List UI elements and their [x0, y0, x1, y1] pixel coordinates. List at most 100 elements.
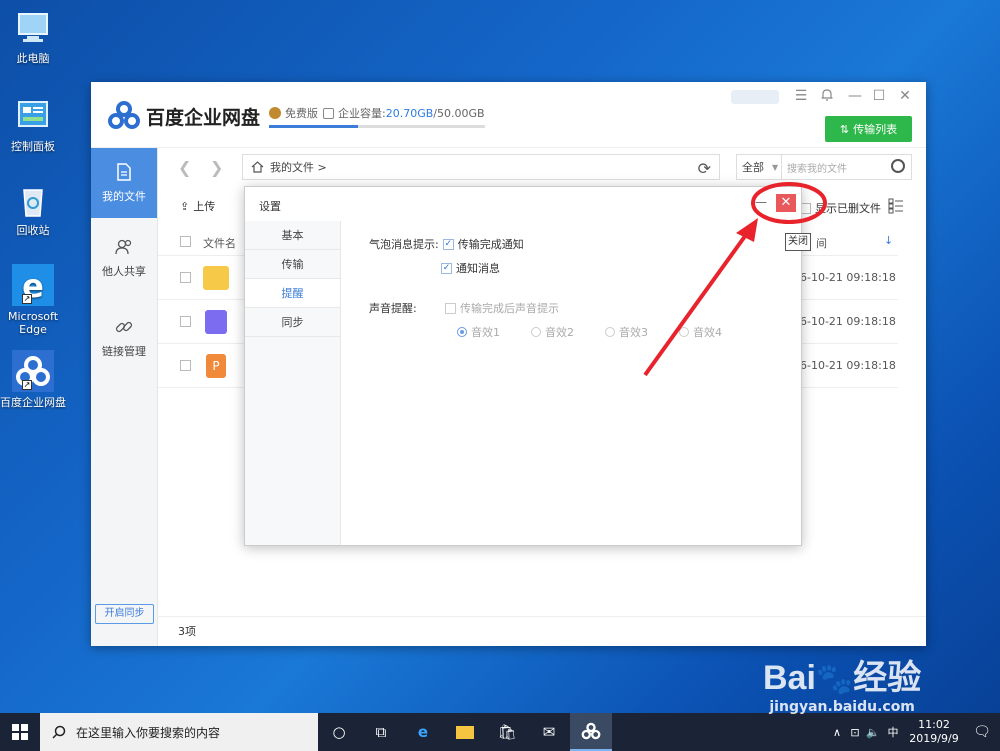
- effect-1-radio[interactable]: [457, 327, 467, 337]
- baidu-pan-taskbar-icon[interactable]: [570, 713, 612, 751]
- home-icon[interactable]: [251, 161, 264, 173]
- desktop-icon-label: 控制面板: [11, 140, 55, 153]
- dialog-minimize-icon[interactable]: —: [755, 195, 767, 209]
- notify-message-checkbox[interactable]: ✓: [441, 262, 452, 274]
- close-tooltip: 关闭: [785, 233, 811, 251]
- start-button[interactable]: [0, 713, 40, 751]
- capacity-used: 20.70GB: [385, 106, 434, 120]
- sidebar-item-links[interactable]: 链接管理: [91, 298, 157, 378]
- users-icon: [115, 239, 132, 255]
- store-icon[interactable]: 🛍: [486, 713, 528, 751]
- filter-value: 全部: [742, 161, 764, 174]
- desktop-icon-recycle-bin[interactable]: 回收站: [0, 180, 66, 237]
- desktop-icon-this-pc[interactable]: 此电脑: [0, 8, 66, 65]
- sort-down-icon[interactable]: ↓: [884, 234, 893, 247]
- effect-4-option[interactable]: 音效4: [679, 324, 722, 340]
- show-deleted-toggle[interactable]: 显示已删文件: [800, 200, 881, 216]
- notify-message-setting: ✓ 通知消息: [441, 260, 500, 276]
- select-all-checkbox[interactable]: [180, 236, 191, 247]
- desktop-icon-control-panel[interactable]: 控制面板: [0, 96, 66, 153]
- clock[interactable]: 11:02 2019/9/9: [904, 718, 964, 746]
- settings-tabs: 基本 传输 提醒 同步: [245, 221, 341, 545]
- nav-bar: ❮ ❯ 我的文件 > ⟳ 全部 ▼ 搜索我的文件: [158, 148, 926, 186]
- minimize-icon[interactable]: —: [847, 88, 863, 104]
- upload-button[interactable]: ⇪ 上传: [180, 198, 215, 214]
- tab-transfer[interactable]: 传输: [245, 250, 340, 279]
- close-icon[interactable]: ✕: [897, 88, 913, 104]
- cortana-icon[interactable]: ○: [318, 713, 360, 751]
- tab-basic[interactable]: 基本: [245, 221, 340, 250]
- taskbar-search-placeholder: 在这里输入你要搜索的内容: [76, 725, 221, 740]
- tab-sync[interactable]: 同步: [245, 308, 340, 337]
- transfer-complete-label[interactable]: 传输完成通知: [458, 236, 524, 252]
- effect-2-option[interactable]: 音效2: [531, 324, 574, 340]
- forward-icon[interactable]: ❯: [210, 158, 223, 177]
- baidu-pan-logo: [108, 101, 140, 129]
- edge-taskbar-icon[interactable]: e: [402, 713, 444, 751]
- maximize-icon[interactable]: ☐: [871, 88, 887, 104]
- refresh-icon[interactable]: ⟳: [698, 159, 711, 178]
- filter-dropdown[interactable]: 全部 ▼: [736, 154, 782, 180]
- notification-icon[interactable]: 🗨: [964, 724, 1000, 740]
- taskbar-search-box[interactable]: 在这里输入你要搜索的内容: [40, 713, 318, 751]
- effect-1-label: 音效1: [471, 326, 500, 339]
- video-file-icon: [205, 310, 227, 334]
- effect-4-radio[interactable]: [679, 327, 689, 337]
- network-icon[interactable]: ⊡: [846, 726, 864, 739]
- desktop-icon-label: 回收站: [16, 224, 50, 237]
- sidebar-item-label: 我的文件: [102, 190, 146, 203]
- effect-2-radio[interactable]: [531, 327, 541, 337]
- ppt-file-icon: P: [206, 354, 226, 378]
- volume-icon[interactable]: 🔈: [864, 726, 882, 739]
- search-input[interactable]: 搜索我的文件: [782, 154, 912, 180]
- file-explorer-icon[interactable]: [444, 713, 486, 751]
- baidu-pan-icon: ↗: [12, 350, 54, 392]
- task-view-icon[interactable]: ⧉: [360, 713, 402, 751]
- column-name-header[interactable]: 文件名: [203, 235, 236, 251]
- breadcrumb[interactable]: 我的文件 > ⟳: [242, 154, 720, 180]
- taskbar: 在这里输入你要搜索的内容 ○ ⧉ e 🛍 ✉ ∧ ⊡ 🔈 中 11:02 201…: [0, 713, 1000, 751]
- sidebar-item-my-files[interactable]: 我的文件: [91, 148, 157, 218]
- mail-icon[interactable]: ✉: [528, 713, 570, 751]
- effect-3-option[interactable]: 音效3: [605, 324, 648, 340]
- effect-3-radio[interactable]: [605, 327, 615, 337]
- row-time: 6-10-21 09:18:18: [800, 359, 896, 372]
- desktop-icon-edge[interactable]: e ↗ Microsoft Edge: [0, 264, 66, 336]
- transfer-list-button[interactable]: ⇅ 传输列表: [825, 116, 912, 142]
- tab-reminder[interactable]: 提醒: [245, 279, 340, 308]
- user-name[interactable]: [731, 90, 779, 104]
- plan-label[interactable]: 免费版: [269, 105, 318, 121]
- item-count: 3项: [178, 625, 196, 638]
- effect-2-label: 音效2: [545, 326, 574, 339]
- transfer-list-label: 传输列表: [853, 123, 898, 136]
- column-time-header[interactable]: 间: [816, 235, 827, 251]
- bubble-label: 气泡消息提示:: [369, 238, 439, 251]
- row-checkbox[interactable]: [180, 360, 191, 371]
- bell-icon[interactable]: [819, 88, 835, 105]
- sidebar-item-shared[interactable]: 他人共享: [91, 218, 157, 298]
- dialog-close-button[interactable]: ✕: [776, 194, 796, 212]
- back-icon[interactable]: ❮: [178, 158, 191, 177]
- row-checkbox[interactable]: [180, 272, 191, 283]
- breadcrumb-path[interactable]: 我的文件 >: [270, 159, 327, 175]
- menu-icon[interactable]: ☰: [793, 88, 809, 104]
- desktop-icon-baidu-pan[interactable]: ↗ 百度企业网盘: [0, 350, 66, 409]
- row-time: 6-10-21 09:18:18: [800, 315, 896, 328]
- capacity-bar: [269, 125, 485, 128]
- list-view-icon[interactable]: [888, 198, 904, 214]
- settings-dialog: 设置 — ✕ 基本 传输 提醒 同步 气泡消息提示: ✓ 传输完成通知 ✓ 通知…: [244, 186, 802, 546]
- sidebar: 我的文件 他人共享 链接管理 开启同步: [91, 148, 158, 646]
- tray-chevron-icon[interactable]: ∧: [828, 726, 846, 739]
- sound-option-label[interactable]: 传输完成后声音提示: [460, 300, 559, 316]
- upload-label: 上传: [193, 200, 216, 213]
- storage-icon: [323, 107, 334, 119]
- effect-1-option[interactable]: 音效1: [457, 324, 500, 340]
- transfer-complete-checkbox[interactable]: ✓: [442, 238, 454, 250]
- enable-sync-button[interactable]: 开启同步: [95, 604, 154, 624]
- sound-setting: 声音提醒: 传输完成后声音提示: [369, 300, 559, 316]
- row-checkbox[interactable]: [180, 316, 191, 327]
- notify-message-label[interactable]: 通知消息: [456, 260, 500, 276]
- sound-checkbox[interactable]: [445, 302, 456, 314]
- search-icon[interactable]: [891, 159, 905, 173]
- ime-indicator[interactable]: 中: [882, 724, 904, 740]
